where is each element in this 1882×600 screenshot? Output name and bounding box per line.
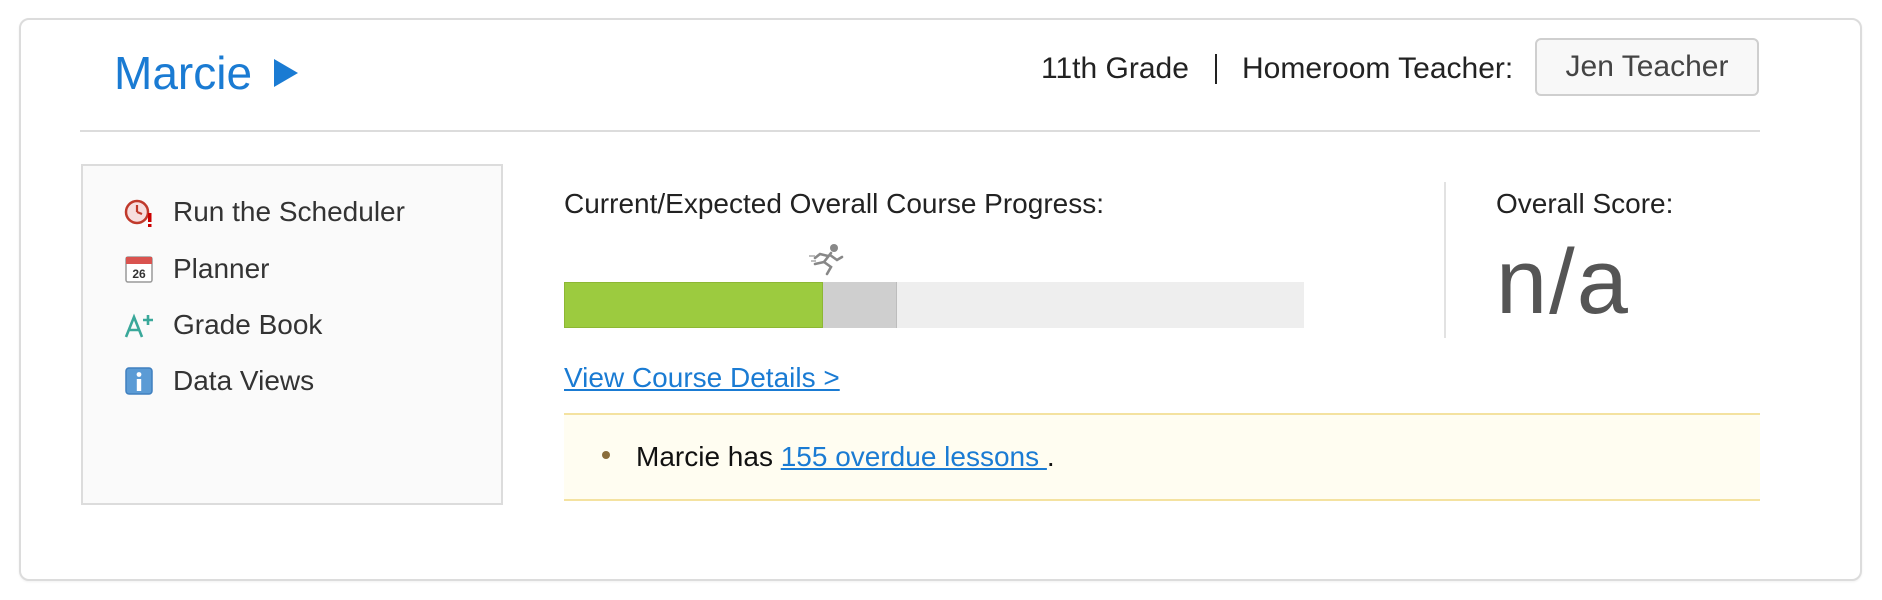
overdue-alert: Marcie has 155 overdue lessons . xyxy=(564,413,1760,501)
header-divider xyxy=(1215,54,1217,84)
clock-alert-icon xyxy=(124,199,152,227)
sidebar-item-data-views[interactable]: Data Views xyxy=(123,365,314,397)
homeroom-teacher-button[interactable]: Jen Teacher xyxy=(1535,38,1759,96)
sidebar-item-label: Data Views xyxy=(173,365,315,396)
student-name: Marcie xyxy=(114,47,253,99)
homeroom-teacher-label: Homeroom Teacher: xyxy=(1242,52,1514,85)
sidebar-item-label: Grade Book xyxy=(173,309,323,340)
header-separator xyxy=(80,130,1760,132)
progress-label: Current/Expected Overall Course Progress… xyxy=(564,188,1104,219)
info-icon xyxy=(125,367,153,395)
score-divider xyxy=(1444,182,1446,338)
course-progress-bar xyxy=(564,282,1304,328)
grade-a-plus-icon xyxy=(124,313,153,338)
overdue-lessons-link[interactable]: 155 overdue lessons xyxy=(781,441,1047,472)
overall-score-label: Overall Score: xyxy=(1496,188,1674,219)
alert-prefix: Marcie has xyxy=(636,441,781,472)
view-course-details-link[interactable]: View Course Details > xyxy=(564,362,840,394)
calendar-icon: 26 xyxy=(125,256,153,283)
grade-level: 11th Grade xyxy=(1041,52,1189,85)
sidebar-item-planner[interactable]: 26 Planner xyxy=(123,253,270,285)
alert-message: Marcie has 155 overdue lessons . xyxy=(636,441,1055,473)
overall-score-value: n/a xyxy=(1496,231,1630,333)
expected-progress-fill xyxy=(823,282,897,328)
alert-suffix: . xyxy=(1046,441,1055,472)
actions-sidebar: Run the Scheduler 26 Planner Grade Book … xyxy=(81,164,503,505)
student-name-link[interactable]: Marcie xyxy=(114,46,299,100)
calendar-icon-day: 26 xyxy=(132,267,146,281)
alert-bullet xyxy=(602,451,610,459)
sidebar-item-label: Planner xyxy=(173,253,270,284)
current-progress-fill xyxy=(564,282,823,328)
expand-arrow-icon[interactable] xyxy=(274,59,299,87)
sidebar-item-label: Run the Scheduler xyxy=(173,196,405,227)
sidebar-item-run-scheduler[interactable]: Run the Scheduler xyxy=(123,196,405,228)
runner-icon xyxy=(809,244,844,276)
sidebar-item-grade-book[interactable]: Grade Book xyxy=(123,309,322,341)
